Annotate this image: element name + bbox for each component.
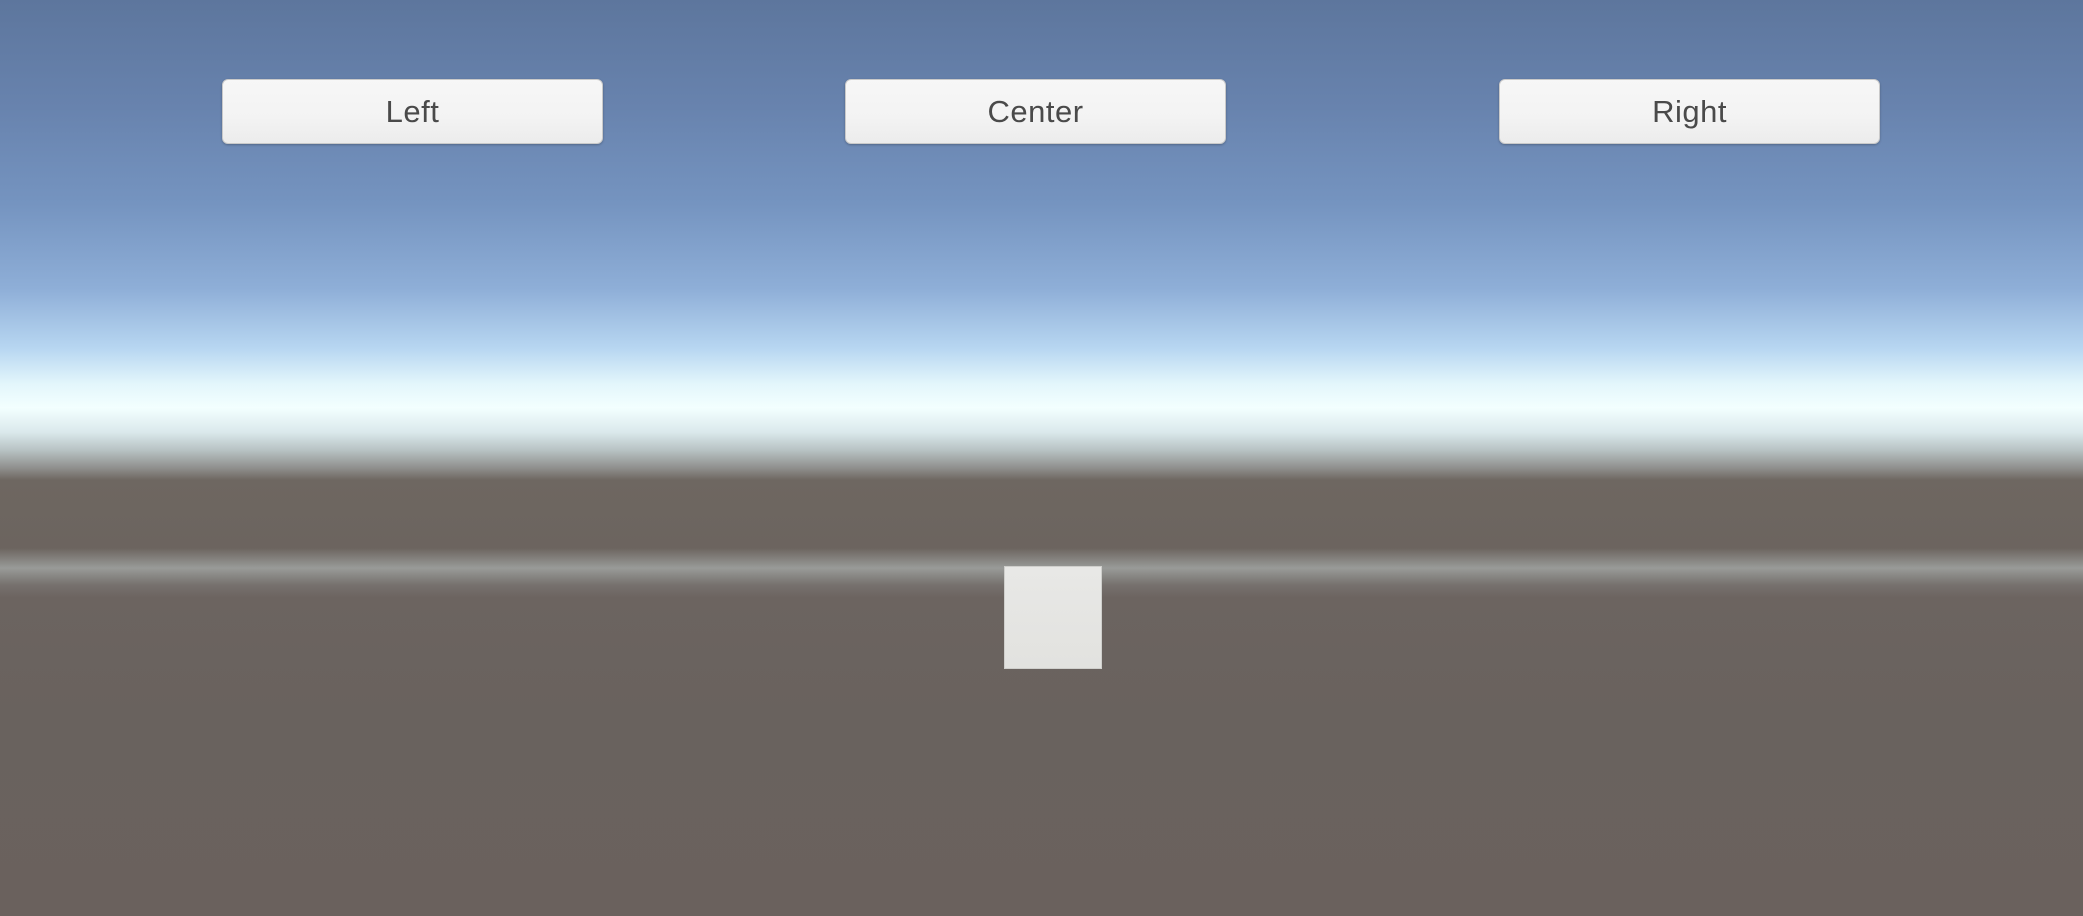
game-viewport: Left Center Right (0, 0, 2083, 916)
right-button-label: Right (1652, 93, 1727, 129)
left-button-label: Left (385, 93, 440, 129)
right-button[interactable]: Right (1499, 79, 1880, 144)
left-button[interactable]: Left (222, 79, 603, 144)
center-button[interactable]: Center (845, 79, 1226, 144)
cube-object (1004, 566, 1102, 669)
center-button-label: Center (987, 93, 1084, 129)
